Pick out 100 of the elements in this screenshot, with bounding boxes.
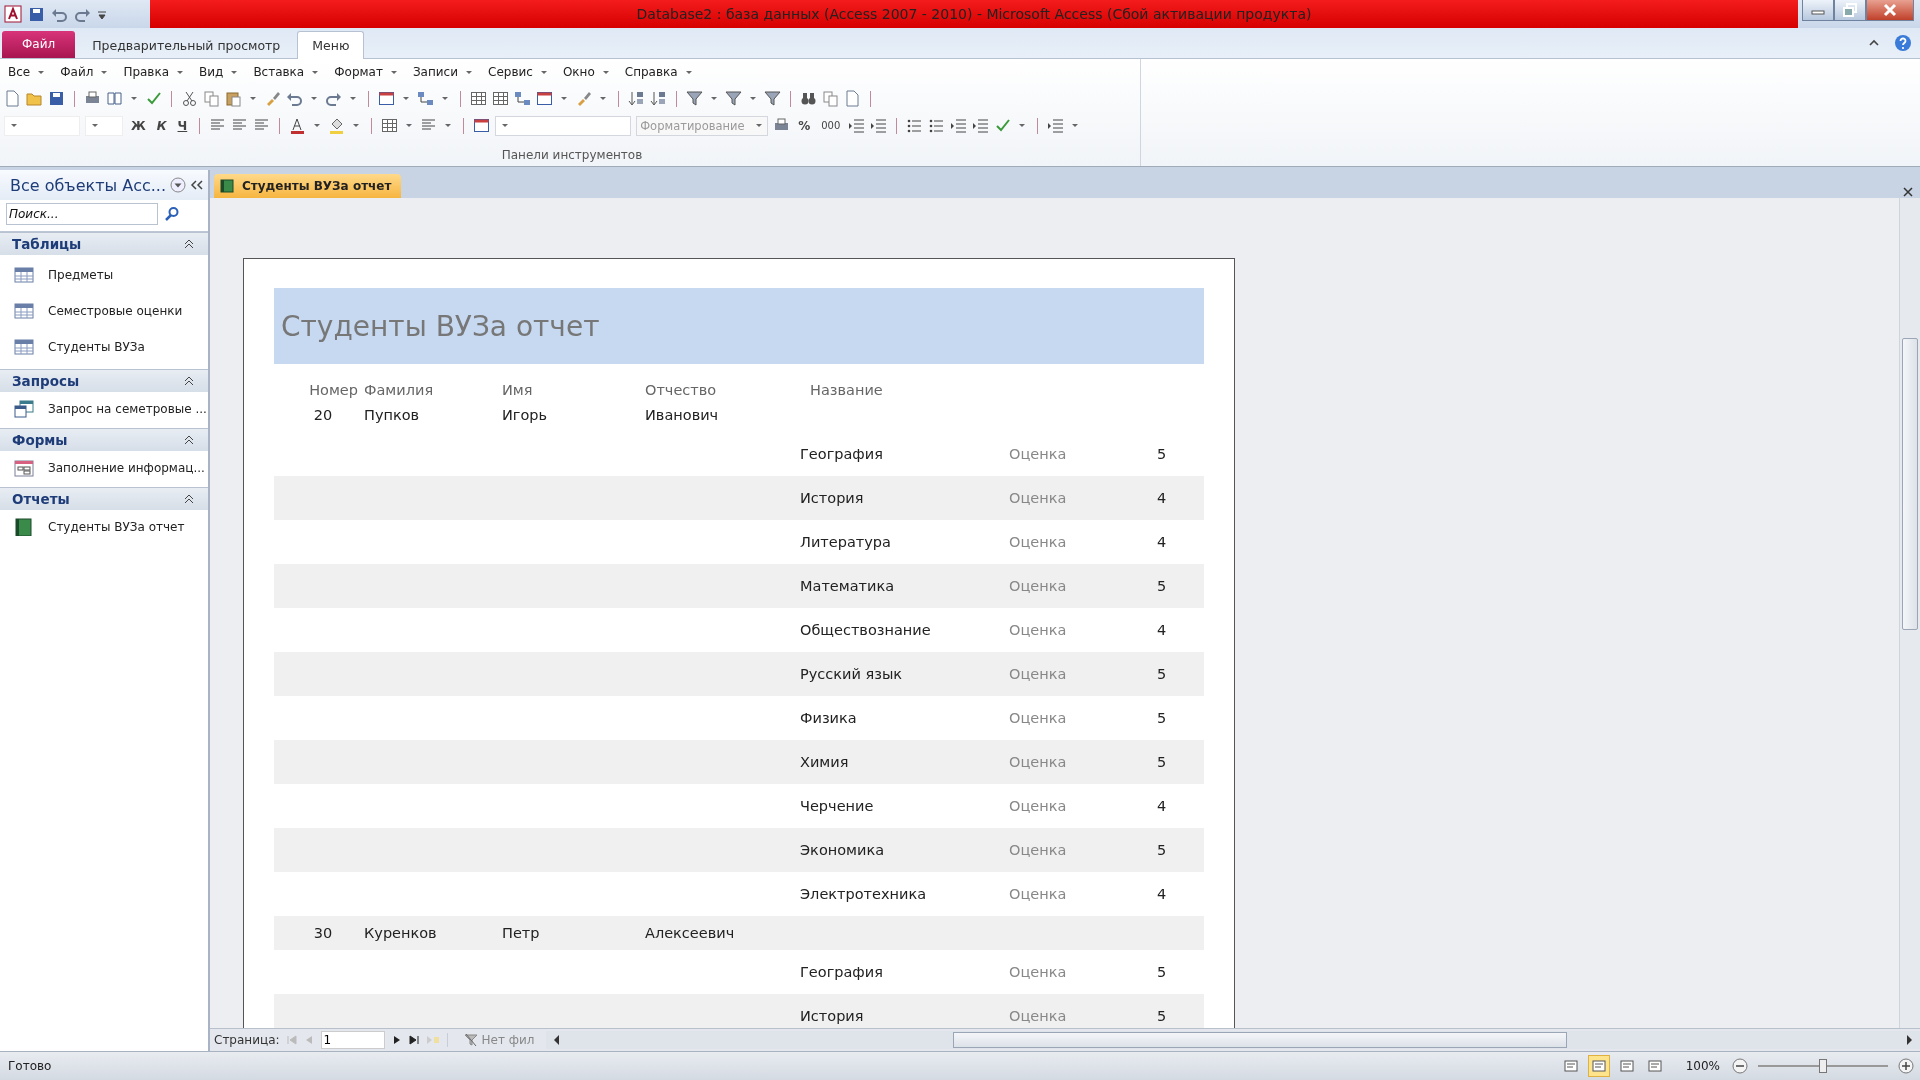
- menu-item[interactable]: Окно: [558, 65, 621, 79]
- close-icon[interactable]: [1902, 186, 1914, 198]
- table-cell-text: 5: [1157, 754, 1168, 770]
- percent-button[interactable]: %: [795, 118, 814, 133]
- sort-icon[interactable]: [650, 90, 667, 107]
- filter-icon[interactable]: [686, 90, 703, 107]
- nav-item[interactable]: Предметы: [0, 257, 208, 293]
- nav-item[interactable]: Запрос на семетровые ...: [0, 394, 208, 424]
- dropdown-field[interactable]: [495, 115, 632, 136]
- horizontal-scrollbar[interactable]: [545, 1031, 1920, 1049]
- last-page-icon[interactable]: [408, 1035, 419, 1045]
- save-icon[interactable]: [28, 5, 45, 23]
- zoom-in-icon[interactable]: [1898, 1058, 1914, 1074]
- group-header[interactable]: Запросы: [0, 369, 208, 392]
- dropdown-circle-icon[interactable]: [170, 177, 186, 193]
- menu-item[interactable]: Вид: [195, 65, 250, 79]
- help-icon[interactable]: [1894, 34, 1912, 52]
- dropdown-field[interactable]: [85, 115, 123, 136]
- table-cell-text: 5: [1157, 964, 1168, 980]
- table-cell-text: Петр: [502, 925, 541, 941]
- folder-icon[interactable]: [26, 90, 43, 107]
- menu-item[interactable]: Файл: [56, 65, 120, 79]
- nav-item[interactable]: Заполнение информац...: [0, 453, 208, 483]
- menu-item[interactable]: Формат: [330, 65, 409, 79]
- filter-icon[interactable]: [764, 90, 781, 107]
- menu-item[interactable]: Сервис: [484, 65, 559, 79]
- thousands-button[interactable]: 000: [818, 120, 844, 131]
- dropdown-field[interactable]: [4, 115, 80, 136]
- next-page-icon[interactable]: [391, 1035, 402, 1045]
- table-cell-text: 4: [1157, 798, 1168, 814]
- app-icon[interactable]: [4, 5, 22, 23]
- copy-icon[interactable]: [822, 90, 839, 107]
- document-icon[interactable]: [4, 90, 21, 107]
- indent-icon[interactable]: [972, 117, 990, 134]
- view-button[interactable]: [1587, 1055, 1610, 1077]
- filter-icon[interactable]: [725, 90, 742, 107]
- search-field[interactable]: Поиск...: [6, 203, 158, 225]
- italic-button[interactable]: К: [153, 118, 170, 133]
- grid-icon[interactable]: [492, 90, 509, 107]
- window-icon[interactable]: [378, 90, 395, 107]
- underline-button[interactable]: Ч: [174, 118, 191, 133]
- relationships-icon[interactable]: [417, 90, 434, 107]
- nav-item[interactable]: Студенты ВУЗа отчет: [0, 512, 208, 542]
- field-label: Оценка: [1009, 446, 1068, 462]
- text-color-icon[interactable]: [289, 117, 307, 134]
- document-tab[interactable]: Студенты ВУЗа отчет: [214, 174, 402, 198]
- window-title: Database2 : база данных (Access 2007 - 2010) - Microsoft Access (Сбой активации продукта): [150, 0, 1798, 28]
- zoom-out-icon[interactable]: [1732, 1058, 1748, 1074]
- close-icon: [1883, 3, 1897, 17]
- close-button[interactable]: [1866, 0, 1914, 21]
- grid-icon[interactable]: [470, 90, 487, 107]
- scissors-icon[interactable]: [181, 90, 198, 107]
- check-icon[interactable]: [994, 117, 1012, 134]
- menu-item[interactable]: Все: [4, 65, 57, 79]
- group-header[interactable]: Формы: [0, 428, 208, 451]
- file-tab[interactable]: Файл: [2, 31, 76, 58]
- minimize-button[interactable]: [1802, 0, 1834, 21]
- menu-item[interactable]: Правка: [119, 65, 196, 79]
- indent-icon[interactable]: [848, 117, 866, 134]
- clipboard-icon[interactable]: [225, 90, 242, 107]
- restore-icon: [1843, 3, 1857, 17]
- preview-icon: [1591, 1059, 1606, 1073]
- menu-item[interactable]: Записи: [408, 65, 484, 79]
- sort-icon[interactable]: [628, 90, 645, 107]
- chevrons-left-icon[interactable]: [190, 179, 204, 191]
- group-header[interactable]: Отчеты: [0, 487, 208, 510]
- list-icon[interactable]: [906, 117, 924, 134]
- column-header: Номер: [308, 382, 359, 398]
- redo-icon[interactable]: [325, 90, 342, 107]
- menu-item[interactable]: Справка: [620, 65, 704, 79]
- ribbon-tab[interactable]: Предварительный просмотр: [77, 31, 296, 59]
- field-label: Оценка: [1009, 798, 1068, 814]
- vertical-scrollbar[interactable]: [1899, 198, 1920, 1028]
- window-icon[interactable]: [473, 117, 491, 134]
- grid-icon[interactable]: [381, 117, 399, 134]
- bold-button[interactable]: Ж: [128, 118, 149, 133]
- ribbon-tab[interactable]: Меню: [297, 31, 365, 59]
- book-icon[interactable]: [106, 90, 123, 107]
- nav-item[interactable]: Семестровые оценки: [0, 293, 208, 329]
- filter-off-icon: [463, 1033, 478, 1047]
- list-icon[interactable]: [928, 117, 946, 134]
- indent-icon[interactable]: [1047, 117, 1065, 134]
- document-icon[interactable]: [844, 90, 861, 107]
- restore-button[interactable]: [1834, 0, 1866, 21]
- group-header[interactable]: Таблицы: [0, 232, 208, 255]
- field-label: Оценка: [1009, 666, 1068, 682]
- window-icon[interactable]: [536, 90, 553, 107]
- fill-icon[interactable]: [328, 117, 346, 134]
- nav-item[interactable]: Студенты ВУЗа: [0, 329, 208, 365]
- check-icon[interactable]: [145, 90, 162, 107]
- table-cell-text: Математика: [800, 578, 896, 594]
- copy-icon[interactable]: [203, 90, 220, 107]
- page-number-field[interactable]: 1: [320, 1031, 385, 1049]
- indent-icon[interactable]: [870, 117, 888, 134]
- relationships-icon[interactable]: [514, 90, 531, 107]
- search-icon[interactable]: [164, 206, 180, 222]
- save-icon[interactable]: [48, 90, 65, 107]
- menu-item[interactable]: Вставка: [249, 65, 331, 79]
- table-cell-text: 5: [1157, 578, 1168, 594]
- binoculars-icon[interactable]: [800, 90, 817, 107]
